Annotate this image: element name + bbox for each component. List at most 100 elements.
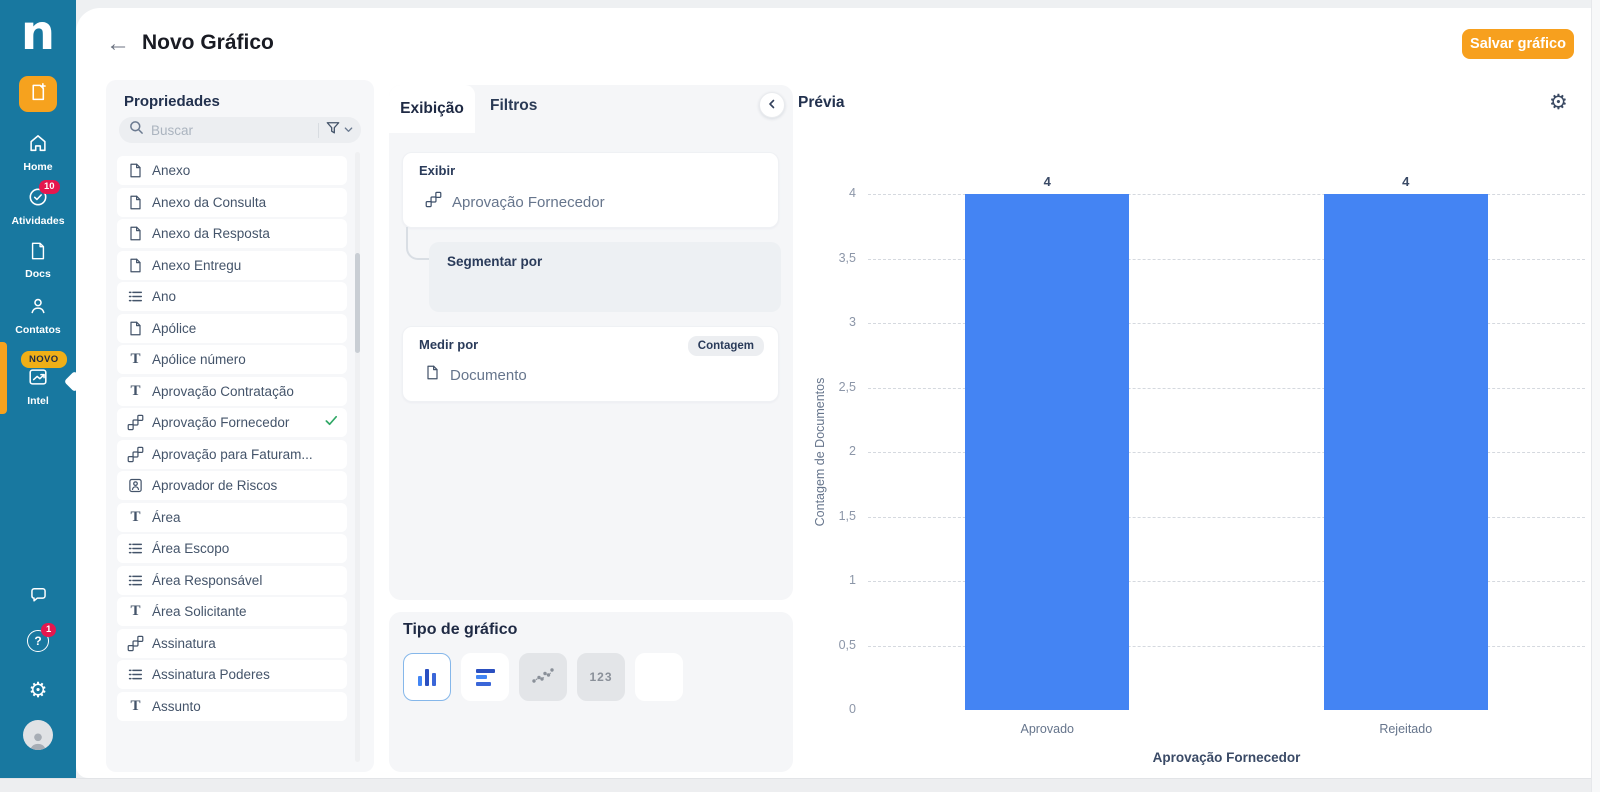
property-row[interactable]: T Área Solicitante (117, 597, 347, 626)
property-row[interactable]: Aprovação Fornecedor (117, 408, 347, 437)
sidebar-item-label: Atividades (11, 215, 65, 227)
medir-card[interactable]: Medir por Contagem Documento (402, 326, 779, 402)
property-label: Área Escopo (152, 541, 230, 556)
properties-title: Propriedades (124, 93, 220, 110)
novo-badge: NOVO (21, 351, 67, 368)
property-row[interactable]: Assinatura Poderes (117, 660, 347, 689)
property-row[interactable]: T Aprovação Contratação (117, 376, 347, 406)
search-divider (318, 122, 319, 138)
help-button[interactable]: ? 1 (0, 623, 76, 652)
bar-value-label: 4 (1043, 174, 1051, 189)
horizontal-bar-chart-icon (475, 668, 495, 686)
list-icon (127, 667, 144, 682)
sidebar-item-home[interactable]: Home (0, 132, 76, 173)
doc-icon (425, 365, 440, 385)
chart-type-horizontal-bar[interactable] (461, 653, 509, 701)
doc-icon (127, 258, 144, 273)
collapse-panel-button[interactable] (759, 92, 785, 118)
property-row[interactable]: T Área (117, 502, 347, 532)
text-icon: T (130, 508, 141, 525)
bar-chart-preview: 0 0,5 1 1,5 2 2,5 3 3,5 4 4 Aprovado 4 Rejeitado Apro… (790, 150, 1590, 775)
tab-exibicao[interactable]: Exibição (389, 85, 475, 133)
property-row[interactable]: Apólice (117, 313, 347, 343)
property-row[interactable]: Assinatura (117, 628, 347, 658)
search-input[interactable] (151, 122, 311, 138)
chart-type-pie[interactable] (635, 653, 683, 701)
chart-bar (1323, 194, 1488, 710)
list-icon (127, 573, 144, 588)
text-icon: T (130, 603, 141, 619)
property-row[interactable]: Anexo (117, 156, 347, 185)
back-button[interactable]: ← (106, 30, 130, 58)
property-row[interactable]: T Assunto (117, 691, 347, 721)
number-chart-icon: 123 (589, 670, 613, 684)
tab-filtros[interactable]: Filtros (490, 97, 537, 115)
new-document-button[interactable] (19, 76, 57, 112)
properties-search[interactable] (119, 117, 361, 143)
settings-button[interactable]: ⚙ (0, 680, 76, 702)
property-row[interactable]: T Apólice número (117, 345, 347, 374)
property-label: Anexo (152, 163, 191, 178)
x-axis-title: Aprovação Fornecedor (1152, 750, 1301, 765)
property-row[interactable]: Aprovador de Riscos (117, 471, 347, 500)
bottom-scroll-band (0, 778, 1591, 792)
chart-type-scatter[interactable] (519, 653, 567, 701)
home-icon (27, 132, 49, 159)
exibir-value: Aprovação Fornecedor (452, 193, 605, 211)
chart-type-bar[interactable] (403, 653, 451, 701)
chart-type-number[interactable]: 123 (577, 653, 625, 701)
chat-button[interactable] (0, 584, 76, 610)
property-label: Anexo da Consulta (152, 194, 267, 210)
y-axis-title: Contagem de Documentos (813, 377, 827, 527)
doc-icon (127, 163, 144, 178)
notification-badge: 10 (39, 180, 60, 194)
sidebar-item-label: Contatos (15, 324, 61, 336)
sidebar-item-contatos[interactable]: Contatos (0, 295, 76, 336)
property-row[interactable]: Anexo da Resposta (117, 219, 347, 248)
property-label: Área Responsável (152, 572, 263, 588)
exibir-card[interactable]: Exibir Aprovação Fornecedor (402, 152, 779, 228)
chevron-down-icon[interactable] (344, 121, 353, 139)
filter-icon[interactable] (326, 121, 340, 140)
segmentar-dropzone[interactable]: Segmentar por (429, 242, 781, 312)
property-row[interactable]: Área Responsável (117, 565, 347, 595)
property-label: Assinatura Poderes (152, 667, 270, 682)
list-icon (127, 289, 144, 304)
property-row[interactable]: Área Escopo (117, 534, 347, 563)
check-icon (324, 413, 339, 433)
sidebar: n Home 10 Atividades Docs Contatos Intel ? 1 ⚙ (0, 0, 76, 778)
person-doc-icon (127, 478, 144, 493)
property-label: Ano (152, 289, 177, 304)
doc-plus-icon (28, 81, 49, 107)
exibir-label: Exibir (419, 163, 456, 178)
notification-badge: 1 (41, 623, 57, 637)
y-axis-tick: 0,5 (838, 637, 856, 652)
property-label: Anexo da Resposta (152, 226, 270, 241)
medir-value: Documento (450, 366, 527, 384)
property-row[interactable]: Anexo da Consulta (117, 187, 347, 217)
properties-scrollbar-track (355, 152, 360, 762)
sidebar-item-atividades[interactable]: 10 Atividades (0, 180, 76, 227)
settings-icon: ⚙ (28, 679, 48, 702)
sidebar-item-docs[interactable]: Docs (0, 241, 76, 280)
save-chart-button[interactable]: Salvar gráfico (1462, 29, 1574, 59)
property-label: Área Solicitante (152, 604, 247, 619)
property-row[interactable]: Aprovação para Faturam... (117, 439, 347, 469)
sidebar-item-label: Intel (27, 395, 49, 407)
y-axis-tick: 0 (849, 702, 856, 716)
window-scrollbar[interactable] (1591, 0, 1600, 792)
property-label: Assinatura (152, 635, 216, 651)
properties-scrollbar-thumb[interactable] (355, 253, 360, 353)
search-icon (129, 120, 144, 140)
contagem-badge: Contagem (687, 336, 764, 356)
chart-type-title: Tipo de gráfico (403, 621, 518, 638)
segment-connector (406, 227, 429, 260)
property-row[interactable]: Ano (117, 282, 347, 311)
sidebar-item-intel[interactable]: Intel (0, 366, 76, 407)
property-row[interactable]: Anexo Entregu (117, 250, 347, 280)
text-icon: T (130, 697, 141, 714)
property-label: Apólice número (152, 352, 246, 367)
gear-icon[interactable]: ⚙ (1549, 92, 1568, 113)
property-label: Aprovação para Faturam... (152, 446, 313, 462)
avatar-button[interactable] (0, 720, 76, 750)
